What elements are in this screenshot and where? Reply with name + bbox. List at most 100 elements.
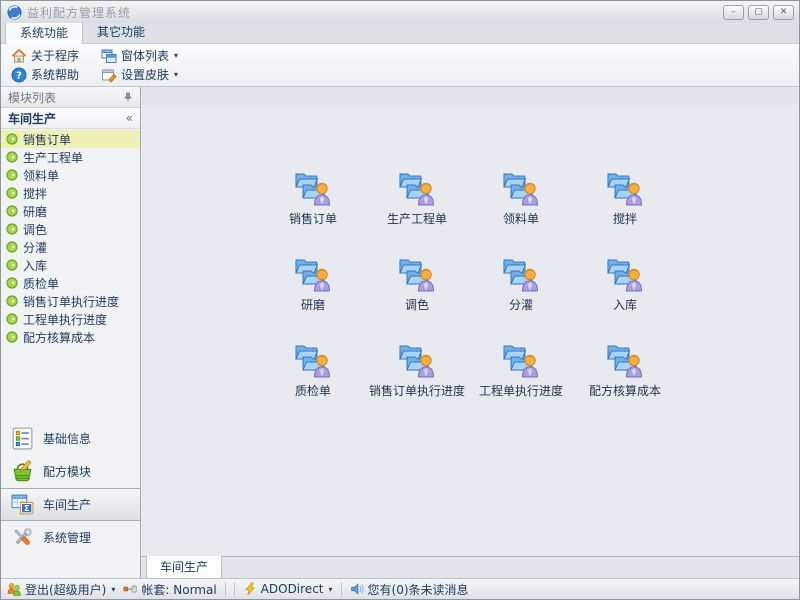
home-icon xyxy=(11,48,27,64)
sidebar-nav-item[interactable]: 质检单 xyxy=(1,274,140,292)
shortcut-label: 工程单执行进度 xyxy=(479,382,563,399)
sidebar-nav-item[interactable]: 搅拌 xyxy=(1,184,140,202)
svg-text:?: ? xyxy=(16,70,22,81)
ado-connection-button[interactable]: ADODirect ▾ xyxy=(243,582,333,596)
title-bar: 益利配方管理系统 – ▢ ✕ xyxy=(1,1,799,23)
app-icon xyxy=(7,5,22,20)
shortcut-item[interactable]: 搅拌 xyxy=(573,163,677,249)
sidebar-nav-item[interactable]: 分灌 xyxy=(1,238,140,256)
module-button-formula[interactable]: 配方模块 xyxy=(1,455,140,488)
go-arrow-icon xyxy=(6,259,18,271)
folders-user-icon xyxy=(397,167,437,207)
sidebar-nav-label: 分灌 xyxy=(23,239,47,256)
tab-other-functions[interactable]: 其它功能 xyxy=(83,20,159,43)
module-button-system[interactable]: 系统管理 xyxy=(1,521,140,554)
sidebar-nav-item[interactable]: 入库 xyxy=(1,256,140,274)
main-area: 销售订单 xyxy=(141,87,799,578)
sidebar-nav-label: 生产工程单 xyxy=(23,149,83,166)
sidebar-nav-label: 调色 xyxy=(23,221,47,238)
document-tab-workshop[interactable]: 车间生产 xyxy=(146,556,222,579)
chevron-down-icon: ▾ xyxy=(329,585,333,594)
shortcut-item[interactable]: 配方核算成本 xyxy=(573,335,677,421)
unread-messages-status[interactable]: 您有(0)条未读消息 xyxy=(350,581,469,598)
shortcut-item[interactable]: 分灌 xyxy=(469,249,573,335)
pin-icon[interactable] xyxy=(123,92,133,102)
toolbar-row-2: ? 系统帮助 设置皮肤 ▾ xyxy=(8,66,799,84)
shortcut-item[interactable]: 入库 xyxy=(573,249,677,335)
shortcut-label: 入库 xyxy=(613,296,637,313)
about-program-button[interactable]: 关于程序 xyxy=(8,46,82,65)
speaker-icon xyxy=(350,582,364,596)
sidebar-nav-item[interactable]: 配方核算成本 xyxy=(1,328,140,346)
statusbar-separator xyxy=(225,582,226,596)
system-help-button[interactable]: ? 系统帮助 xyxy=(8,65,82,84)
sidebar-nav-item[interactable]: 调色 xyxy=(1,220,140,238)
module-button-label: 配方模块 xyxy=(43,463,91,480)
collapse-icon[interactable]: « xyxy=(126,111,133,125)
statusbar-separator xyxy=(341,582,342,596)
sidebar-nav-label: 入库 xyxy=(23,257,47,274)
shortcut-item[interactable]: 领料单 xyxy=(469,163,573,249)
module-button-workshop[interactable]: Σ 车间生产 xyxy=(1,488,140,521)
svg-text:Σ: Σ xyxy=(24,504,29,513)
minimize-button[interactable]: – xyxy=(723,5,744,20)
folders-user-icon xyxy=(293,167,333,207)
form-list-button[interactable]: 窗体列表 ▾ xyxy=(98,46,181,65)
set-skin-button[interactable]: 设置皮肤 ▾ xyxy=(98,65,181,84)
go-arrow-icon xyxy=(6,277,18,289)
sidebar-nav-label: 配方核算成本 xyxy=(23,329,95,346)
go-arrow-icon xyxy=(6,241,18,253)
ribbon-tab-bar: 系统功能 其它功能 xyxy=(1,23,799,44)
tab-system-functions[interactable]: 系统功能 xyxy=(5,20,83,44)
shortcut-item[interactable]: 工程单执行进度 xyxy=(469,335,573,421)
go-arrow-icon xyxy=(6,151,18,163)
folders-user-icon xyxy=(397,253,437,293)
go-arrow-icon xyxy=(6,133,18,145)
maximize-button[interactable]: ▢ xyxy=(748,5,769,20)
module-button-basic-info[interactable]: 基础信息 xyxy=(1,422,140,455)
document-area: 销售订单 xyxy=(141,87,799,556)
shortcut-item[interactable]: 生产工程单 xyxy=(365,163,469,249)
sidebar-nav-label: 领料单 xyxy=(23,167,59,184)
shortcut-item[interactable]: 质检单 xyxy=(261,335,365,421)
shortcut-item[interactable]: 销售订单执行进度 xyxy=(365,335,469,421)
tools-icon xyxy=(10,525,35,550)
logout-button[interactable]: 登出(超级用户) ▾ xyxy=(7,581,115,598)
sidebar-nav-item[interactable]: 销售订单 xyxy=(1,130,140,148)
shortcut-label: 分灌 xyxy=(509,296,533,313)
go-arrow-icon xyxy=(6,187,18,199)
folders-user-icon xyxy=(605,339,645,379)
windows-icon xyxy=(101,48,117,64)
shortcut-item[interactable]: 研磨 xyxy=(261,249,365,335)
module-sidebar: 模块列表 车间生产 « xyxy=(1,87,141,578)
sidebar-nav-item[interactable]: 销售订单执行进度 xyxy=(1,292,140,310)
shortcut-item[interactable]: 调色 xyxy=(365,249,469,335)
status-bar: 登出(超级用户) ▾ 帐套: Normal ADODirect ▾ xyxy=(1,578,799,599)
sidebar-nav-label: 销售订单执行进度 xyxy=(23,293,119,310)
sidebar-nav-item[interactable]: 领料单 xyxy=(1,166,140,184)
sidebar-nav-label: 研磨 xyxy=(23,203,47,220)
shortcut-label: 调色 xyxy=(405,296,429,313)
shortcut-label: 生产工程单 xyxy=(387,210,447,227)
sidebar-nav-item[interactable]: 工程单执行进度 xyxy=(1,310,140,328)
sidebar-spacer xyxy=(1,346,140,422)
lightning-icon xyxy=(243,582,257,596)
group-title: 车间生产 xyxy=(8,110,56,127)
shortcut-label: 销售订单 xyxy=(289,210,337,227)
chevron-down-icon: ▾ xyxy=(174,70,178,79)
sidebar-nav-item[interactable]: 生产工程单 xyxy=(1,148,140,166)
toolbar: 关于程序 窗体列表 ▾ ? 系统帮助 xyxy=(1,44,799,87)
sidebar-nav-label: 质检单 xyxy=(23,275,59,292)
basket-pencil-icon xyxy=(10,459,35,484)
close-button[interactable]: ✕ xyxy=(773,5,794,20)
connection-icon xyxy=(123,582,137,596)
folders-user-icon xyxy=(501,339,541,379)
help-icon: ? xyxy=(11,67,27,83)
shortcut-item[interactable]: 销售订单 xyxy=(261,163,365,249)
skin-icon xyxy=(101,67,117,83)
module-button-label: 系统管理 xyxy=(43,529,91,546)
sidebar-nav-item[interactable]: 研磨 xyxy=(1,202,140,220)
folders-user-icon xyxy=(501,167,541,207)
module-button-label: 车间生产 xyxy=(43,496,91,513)
shortcut-label: 研磨 xyxy=(301,296,325,313)
